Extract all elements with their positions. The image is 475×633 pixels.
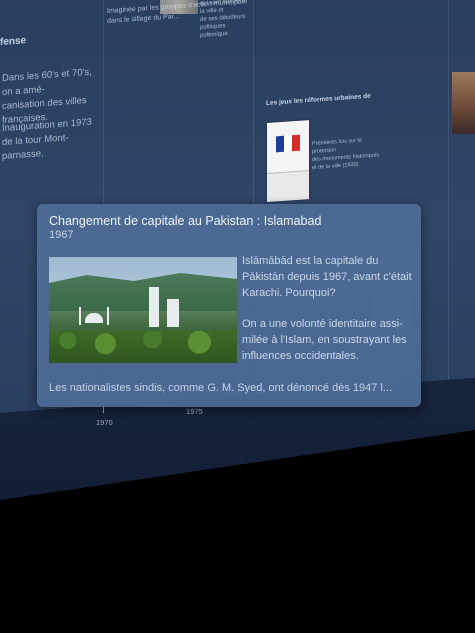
flag-blue-stripe [276,135,284,153]
axis-year: 1970 [96,418,113,427]
photo-minaret [107,307,109,325]
popup-paragraph: Islāmābād est la capitale du Pākistān de… [242,255,412,299]
ministry-logo-card[interactable]: MINISTÈRE DE LA VILLE [267,120,309,214]
photo-hills [49,273,237,311]
axis-year: 1975 [186,407,203,416]
islamabad-photo[interactable] [49,257,237,363]
popup-paragraph: On a une volonté identitaire assi-milée … [242,318,407,362]
photo-building [149,287,159,327]
event-detail-popup[interactable]: Changement de capitale au Pakistan : Isl… [37,204,421,407]
flag-red-stripe [292,134,300,152]
popup-footer: Les nationalistes sindis, comme G. M. Sy… [49,382,393,394]
photo-trees [49,331,237,363]
ministry-label-card: MINISTÈRE DE LA VILLE [267,170,309,214]
background-paragraph: Premières lois sur la protection des mon… [312,137,380,171]
background-title: fense [0,35,27,48]
popup-description: Islāmābād est la capitale du Pākistān de… [242,253,412,379]
flag-white-stripe [284,135,292,152]
background-photo[interactable] [452,72,475,134]
timeline-scene: fense Dans les 60's et 70's, on a amé- c… [0,0,475,633]
popup-title: Changement de capitale au Pakistan : Isl… [49,214,322,228]
photo-mosque [85,313,103,323]
photo-building [167,299,179,327]
popup-year: 1967 [49,229,74,241]
background-paragraph: qui sont hostile à la ville et de ses dé… [200,0,246,39]
photo-minaret [79,307,81,325]
wall-divider [448,0,449,380]
background-paragraph: Inauguration en 1973 de la tour Mont- pa… [2,116,92,162]
